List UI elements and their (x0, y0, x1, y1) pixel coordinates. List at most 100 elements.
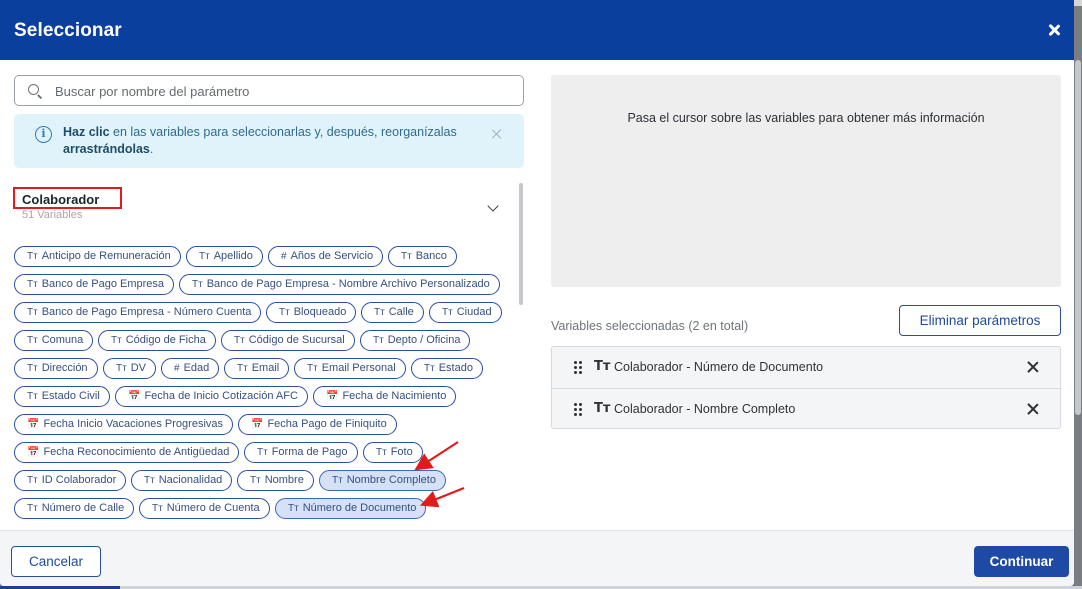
search-box[interactable] (14, 75, 524, 106)
variable-chip[interactable]: 📅 Fecha Inicio Vacaciones Progresivas (14, 414, 234, 435)
variable-chip[interactable]: # Años de Servicio (268, 246, 384, 267)
cancel-button[interactable]: Cancelar (11, 546, 101, 577)
variable-chip[interactable]: Tт Nombre (237, 470, 314, 491)
chip-label: Dirección (41, 362, 88, 374)
text-type-icon: Tт (27, 335, 38, 346)
info-banner: i Haz clic en las variables para selecci… (14, 114, 524, 168)
text-type-icon: Tт (27, 251, 38, 262)
chip-label: Fecha de Nacimiento (342, 390, 447, 402)
variable-chip[interactable]: Tт DV (103, 358, 156, 379)
chip-label: Nombre (264, 474, 304, 486)
info-close-icon[interactable] (490, 127, 504, 141)
text-type-icon: Tт (288, 503, 299, 514)
variable-chip[interactable]: Tт Nombre Completo (319, 470, 446, 491)
chip-label: DV (130, 362, 146, 374)
chip-label: Fecha Inicio Vacaciones Progresivas (43, 418, 224, 430)
chip-label: Fecha Pago de Finiquito (267, 418, 387, 430)
variable-chip[interactable]: Tт Depto / Oficina (360, 330, 471, 351)
drag-handle-icon[interactable] (574, 403, 582, 416)
text-type-icon: Tт (376, 447, 387, 458)
chip-label: Nacionalidad (158, 474, 223, 486)
info-icon: i (35, 126, 52, 143)
variable-chip[interactable]: Tт Comuna (14, 330, 94, 351)
variable-chip[interactable]: Tт Dirección (14, 358, 98, 379)
variable-chip[interactable]: Tт Calle (361, 302, 424, 323)
text-type-icon: Tт (442, 307, 453, 318)
chip-label: Calle (388, 306, 414, 318)
chip-label: Estado Civil (41, 390, 100, 402)
chip-label: Fecha Reconocimiento de Antigüedad (43, 446, 230, 458)
chip-label: Email Personal (321, 362, 396, 374)
text-type-icon: Tт (237, 363, 248, 374)
text-type-icon: Tт (27, 503, 38, 514)
calendar-icon: 📅 (128, 391, 141, 402)
text-type-icon: Tт (594, 359, 611, 374)
variable-chip[interactable]: Tт Estado (411, 358, 483, 379)
remove-item-icon[interactable] (1026, 360, 1040, 374)
variable-chip[interactable]: Tт Banco de Pago Empresa - Número Cuenta (14, 302, 262, 323)
variable-chip[interactable]: Tт Email Personal (294, 358, 406, 379)
text-type-icon: Tт (373, 335, 384, 346)
page-scrollbar[interactable] (1075, 60, 1081, 415)
variable-chip[interactable]: Tт Forma de Pago (244, 442, 358, 463)
chip-label: Número de Documento (302, 502, 417, 514)
variable-chip[interactable]: 📅 Fecha de Inicio Cotización AFC (115, 386, 308, 407)
close-icon[interactable] (1044, 20, 1064, 40)
text-type-icon: Tт (27, 307, 38, 318)
selected-count: Variables seleccionadas (2 en total) (551, 319, 749, 333)
chip-label: Nombre Completo (346, 474, 436, 486)
variable-chip[interactable]: Tт Anticipo de Remuneración (14, 246, 181, 267)
chip-label: Estado (438, 362, 473, 374)
selected-item[interactable]: Tт Colaborador - Nombre Completo (552, 388, 1060, 429)
calendar-icon: 📅 (326, 391, 339, 402)
remove-parameters-button[interactable]: Eliminar parámetros (899, 305, 1061, 336)
selected-variables-list: Tт Colaborador - Número de Documento Tт … (551, 346, 1061, 429)
variable-chip[interactable]: Tт Nacionalidad (131, 470, 233, 491)
chip-label: Código de Sucursal (248, 334, 345, 346)
variable-chip[interactable]: 📅 Fecha Reconocimiento de Antigüedad (14, 442, 240, 463)
variable-chip[interactable]: Tт Banco de Pago Empresa (14, 274, 175, 295)
annotation-highlight-box (13, 187, 122, 209)
selected-item[interactable]: Tт Colaborador - Número de Documento (552, 347, 1060, 388)
chip-label: Banco de Pago Empresa - Número Cuenta (41, 306, 252, 318)
variable-chip[interactable]: Tт Email (224, 358, 290, 379)
calendar-icon: 📅 (27, 419, 40, 430)
chip-label: Años de Servicio (290, 250, 374, 262)
modal-footer: Cancelar Continuar (0, 530, 1074, 586)
variable-chip[interactable]: # Edad (161, 358, 220, 379)
variable-chip[interactable]: Tт Foto (363, 442, 423, 463)
variable-chip[interactable]: 📅 Fecha Pago de Finiquito (238, 414, 397, 435)
search-input[interactable] (55, 80, 515, 102)
calendar-icon: 📅 (27, 447, 40, 458)
variable-chip[interactable]: Tт Código de Sucursal (221, 330, 355, 351)
variable-chip[interactable]: Tт Banco de Pago Empresa - Nombre Archivo… (179, 274, 500, 295)
drag-handle-icon[interactable] (574, 361, 582, 374)
chip-label: Ciudad (456, 306, 492, 318)
variable-chip[interactable]: Tт Número de Documento (275, 498, 427, 519)
variable-chip[interactable]: 📅 Fecha de Nacimiento (313, 386, 457, 407)
variable-chip[interactable]: Tт ID Colaborador (14, 470, 127, 491)
text-type-icon: Tт (27, 475, 38, 486)
chip-label: Fecha de Inicio Cotización AFC (144, 390, 298, 402)
chevron-down-icon[interactable] (487, 200, 499, 212)
modal-header: Seleccionar (0, 0, 1074, 60)
variables-scrollbar[interactable] (519, 183, 523, 305)
remove-item-icon[interactable] (1026, 402, 1040, 416)
info-preview-panel: Pasa el cursor sobre las variables para … (551, 75, 1061, 287)
chip-label: Número de Calle (41, 502, 125, 514)
variable-chip[interactable]: Tт Número de Calle (14, 498, 135, 519)
continue-button[interactable]: Continuar (974, 546, 1069, 577)
variable-chip[interactable]: Tт Número de Cuenta (139, 498, 270, 519)
text-type-icon: Tт (192, 279, 203, 290)
text-type-icon: Tт (424, 363, 435, 374)
text-type-icon: Tт (199, 251, 210, 262)
text-type-icon: Tт (27, 391, 38, 402)
variable-chip[interactable]: Tт Estado Civil (14, 386, 110, 407)
variable-chip[interactable]: Tт Bloqueado (266, 302, 357, 323)
chip-label: Comuna (41, 334, 84, 346)
variable-chip[interactable]: Tт Ciudad (429, 302, 502, 323)
variable-chip[interactable]: Tт Código de Ficha (98, 330, 216, 351)
chip-label: Anticipo de Remuneración (41, 250, 171, 262)
variable-chip[interactable]: Tт Apellido (186, 246, 263, 267)
variable-chip[interactable]: Tт Banco (388, 246, 457, 267)
